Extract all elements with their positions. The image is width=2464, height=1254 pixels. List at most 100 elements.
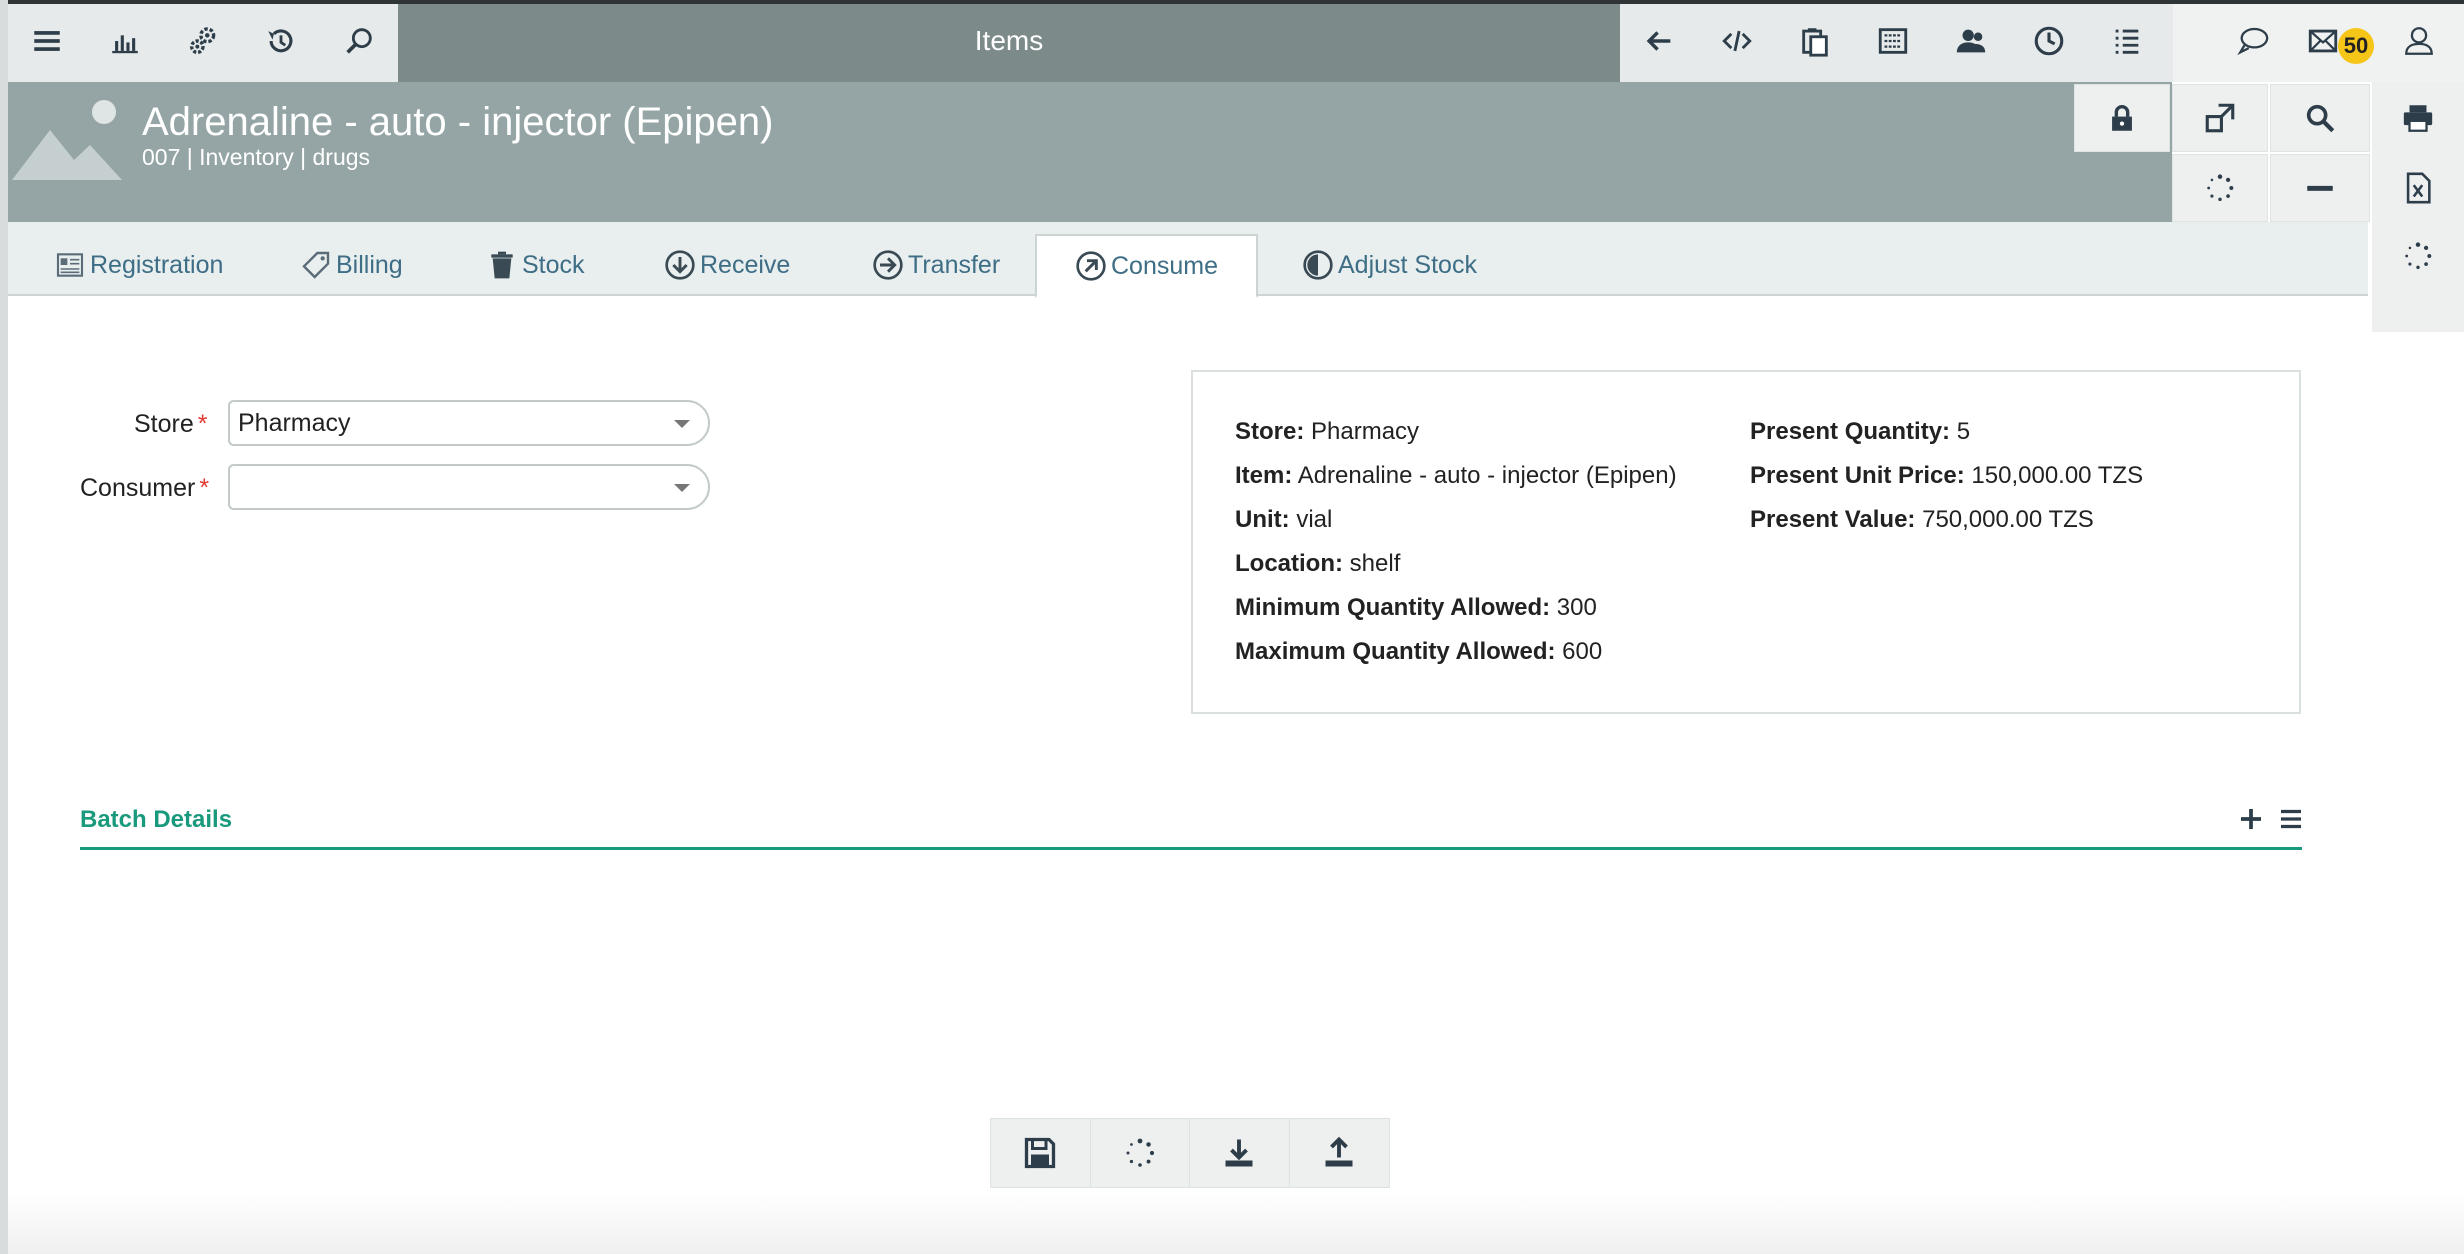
search-button[interactable] xyxy=(320,0,398,82)
chat-button[interactable] xyxy=(2214,0,2292,82)
stock-info-panel: Store: Pharmacy Item: Adrenaline - auto … xyxy=(1191,370,2301,714)
reload-button[interactable] xyxy=(1091,1119,1190,1187)
back-arrow-icon xyxy=(1646,31,1671,51)
spinner-icon xyxy=(1126,1138,1154,1167)
collapse-button[interactable] xyxy=(2270,154,2370,222)
reports-button[interactable] xyxy=(86,0,164,82)
tab-billing[interactable]: Billing xyxy=(294,234,409,296)
batch-menu-icon[interactable] xyxy=(2276,804,2306,834)
user-profile-button[interactable] xyxy=(2394,0,2444,82)
info-key: Maximum Quantity Allowed: xyxy=(1235,638,1556,665)
app-window: Items 50 Adrenaline - auto - injector (E… xyxy=(8,0,2464,1254)
chevron-down-icon xyxy=(674,484,690,492)
clock-button[interactable] xyxy=(2010,0,2088,82)
printer-icon xyxy=(2403,105,2433,132)
tab-adjust-stock[interactable]: Adjust Stock xyxy=(1296,234,1483,296)
excel-icon xyxy=(2406,172,2431,204)
download-icon xyxy=(1225,1139,1253,1167)
billing-tag-icon xyxy=(302,251,330,279)
top-right-toolbar xyxy=(1620,0,2464,82)
info-value: shelf xyxy=(1349,550,1401,577)
tab-stock[interactable]: Stock xyxy=(480,234,591,296)
info-unit: Unit: vial xyxy=(1235,506,1332,534)
required-marker: * xyxy=(199,474,210,502)
batch-details-title: Batch Details xyxy=(80,806,233,833)
list-icon xyxy=(2115,29,2139,54)
store-select[interactable]: Pharmacy xyxy=(228,400,710,446)
lock-button[interactable] xyxy=(2074,84,2170,152)
info-present-quantity: Present Quantity: 5 xyxy=(1750,418,1970,446)
info-value: 300 xyxy=(1556,594,1597,621)
tab-label: Consume xyxy=(1111,251,1218,280)
consumer-label: Consumer * xyxy=(80,474,209,503)
half-circle-icon xyxy=(1303,250,1333,280)
export-excel-button[interactable] xyxy=(2372,154,2464,222)
spinner-icon xyxy=(2207,174,2234,202)
tab-label: Receive xyxy=(700,250,791,279)
info-max-quantity: Maximum Quantity Allowed: 600 xyxy=(1235,638,1602,666)
add-batch-icon[interactable] xyxy=(2236,804,2266,834)
side-refresh-button[interactable] xyxy=(2372,222,2464,290)
info-present-value: Present Value: 750,000.00 TZS xyxy=(1750,506,2094,534)
search-icon xyxy=(346,28,372,54)
user-profile-icon xyxy=(2405,27,2433,55)
tab-label: Registration xyxy=(90,250,224,279)
clock-icon xyxy=(2034,26,2064,56)
clipboard-icon xyxy=(1802,28,1828,57)
consumer-select[interactable] xyxy=(228,464,710,510)
users-button[interactable] xyxy=(1932,0,2010,82)
zoom-search-button[interactable] xyxy=(2270,84,2370,152)
info-item: Item: Adrenaline - auto - injector (Epip… xyxy=(1235,462,1677,490)
tab-receive[interactable]: Receive xyxy=(658,234,796,296)
item-header: Adrenaline - auto - injector (Epipen) 00… xyxy=(8,82,2172,222)
store-label: Store * xyxy=(134,410,208,439)
list-button[interactable] xyxy=(2088,0,2166,82)
tab-registration[interactable]: Registration xyxy=(48,234,229,296)
window-title: Items xyxy=(974,25,1044,56)
back-button[interactable] xyxy=(1620,0,1698,82)
upload-icon xyxy=(1325,1136,1353,1167)
users-icon xyxy=(1956,29,1986,53)
info-key: Present Unit Price: xyxy=(1750,462,1965,489)
info-key: Present Value: xyxy=(1750,506,1916,533)
code-icon xyxy=(1722,30,1752,52)
info-key: Item: xyxy=(1235,462,1293,489)
notification-badge[interactable]: 50 xyxy=(2338,28,2374,64)
magnifier-icon xyxy=(2306,104,2335,133)
settings-button[interactable] xyxy=(164,0,242,82)
save-icon xyxy=(1025,1137,1056,1169)
detach-window-button[interactable] xyxy=(2172,84,2268,152)
detach-window-icon xyxy=(2205,103,2235,133)
bottom-fade xyxy=(8,1190,2464,1254)
item-subtitle: 007 | Inventory | drugs xyxy=(142,144,371,170)
info-value: Adrenaline - auto - injector (Epipen) xyxy=(1297,462,1677,489)
store-label-text: Store xyxy=(134,410,194,438)
download-button[interactable] xyxy=(1190,1119,1290,1187)
tab-consume[interactable]: Consume xyxy=(1035,234,1258,298)
clipboard-button[interactable] xyxy=(1776,0,1854,82)
info-value: vial xyxy=(1296,506,1333,533)
info-key: Minimum Quantity Allowed: xyxy=(1235,594,1551,621)
barcode-button[interactable] xyxy=(1854,0,1932,82)
print-button[interactable] xyxy=(2372,84,2464,152)
chat-icon xyxy=(2237,27,2269,56)
arrow-up-right-circle-icon xyxy=(1076,251,1106,281)
menu-button[interactable] xyxy=(8,0,86,82)
mail-icon xyxy=(2308,29,2338,53)
barcode-icon xyxy=(1878,28,1908,54)
refresh-button[interactable] xyxy=(2172,154,2268,222)
chart-icon xyxy=(112,35,138,54)
info-min-quantity: Minimum Quantity Allowed: 300 xyxy=(1235,594,1597,622)
info-key: Location: xyxy=(1235,550,1343,577)
save-button[interactable] xyxy=(991,1119,1091,1187)
tab-transfer[interactable]: Transfer xyxy=(866,234,1006,296)
upload-button[interactable] xyxy=(1290,1119,1390,1187)
tab-bar: Registration Billing Stock Receive Trans… xyxy=(8,222,2368,298)
history-icon xyxy=(268,29,293,53)
tab-label: Transfer xyxy=(908,250,1001,279)
trash-stock-icon xyxy=(491,251,513,279)
code-button[interactable] xyxy=(1698,0,1776,82)
history-button[interactable] xyxy=(242,0,320,82)
info-key: Unit: xyxy=(1235,506,1290,533)
info-key: Store: xyxy=(1235,418,1305,445)
